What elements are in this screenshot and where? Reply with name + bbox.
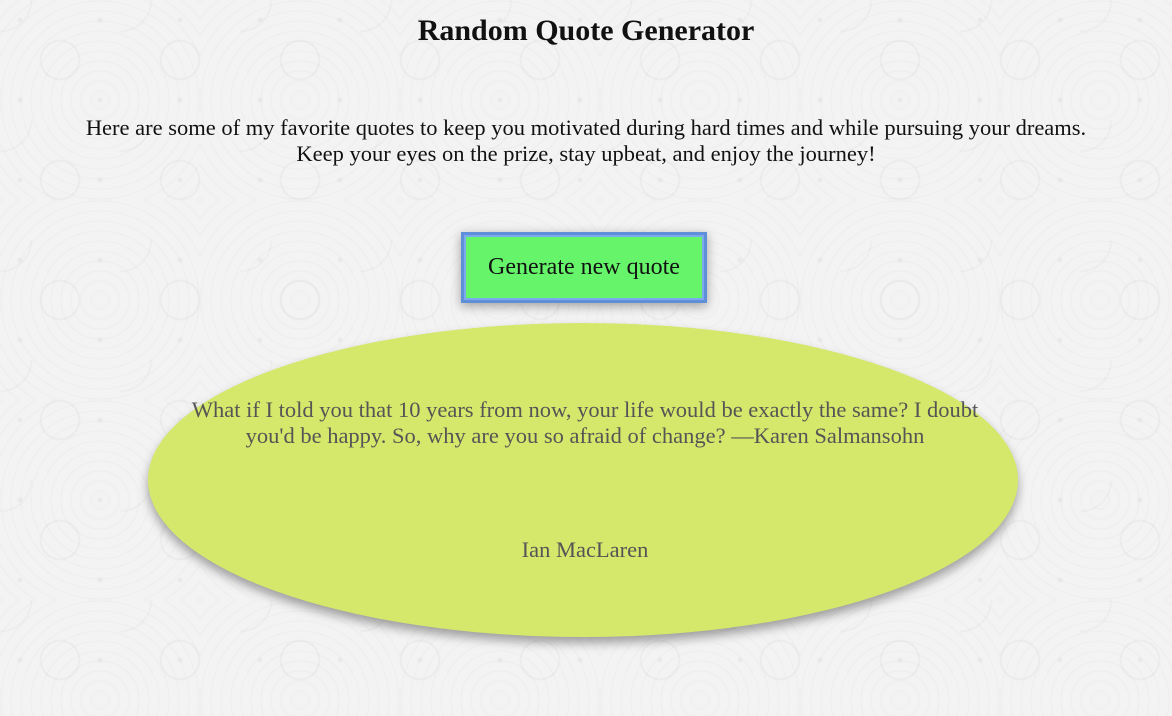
generate-quote-button[interactable]: Generate new quote [461, 232, 707, 303]
intro-line-2: Keep your eyes on the prize, stay upbeat… [296, 141, 876, 166]
quote-text: What if I told you that 10 years from no… [191, 397, 979, 448]
quote-author: Ian MacLaren [521, 537, 649, 562]
page-title: Random Quote Generator [417, 14, 755, 47]
intro-text: Here are some of my favorite quotes to k… [0, 115, 1172, 167]
intro-line-1: Here are some of my favorite quotes to k… [85, 115, 1087, 140]
quote-card [148, 323, 1018, 637]
